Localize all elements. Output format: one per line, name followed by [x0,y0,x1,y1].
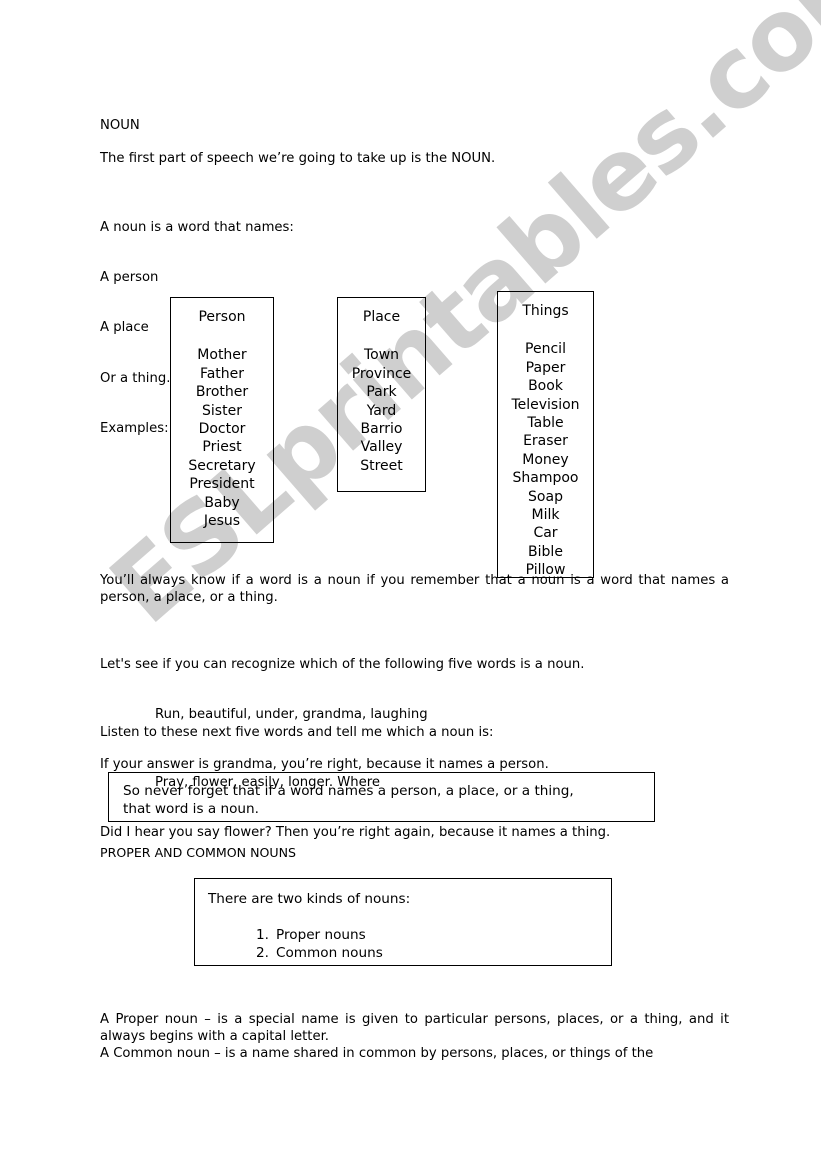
callout-box-never-forget: So never forget that if a word names a p… [108,772,655,822]
word-item: Street [360,457,403,474]
exercise-two-prompt: Listen to these next five words and tell… [100,724,494,740]
common-noun-definition: A Common noun – is a name shared in comm… [100,1046,654,1061]
word-item: Sister [202,402,242,419]
word-item: President [189,476,255,493]
list-number: 1. [256,927,269,943]
reminder-paragraph: You’ll always know if a word is a noun i… [100,573,729,605]
word-item: Priest [202,439,242,456]
list-number: 2. [256,945,269,961]
definition-line-0: A noun is a word that names: [100,219,294,235]
exercise-one-prompt: Let's see if you can recognize which of … [100,656,585,672]
word-item: Car [533,525,558,542]
word-item: Television [511,396,580,413]
word-item: Soap [528,488,563,505]
word-item: Table [527,415,564,432]
kinds-list-item: 1. Proper nouns [208,926,599,944]
word-item: Brother [195,384,249,401]
word-item: Eraser [523,433,568,450]
section-heading-proper-common: PROPER AND COMMON NOUNS [100,845,297,860]
word-box-things: Things Pencil Paper Book Television Tabl… [497,291,594,578]
word-box-place: Place Town Province Park Yard Barrio Val… [337,297,426,492]
word-item: Bible [528,543,563,560]
document-content: NOUN The first part of speech we’re goin… [0,0,821,1169]
word-item: Milk [531,507,560,524]
word-item: Jesus [203,513,241,530]
worksheet-page: ESLprintables.com NOUN The first part of… [0,0,821,1169]
word-item: Province [351,365,412,382]
word-box-person: Person Mother Father Brother Sister Doct… [170,297,274,543]
kinds-box-heading: There are two kinds of nouns: [208,891,411,907]
word-item: Town [363,347,400,364]
word-item: Paper [525,359,566,376]
word-box-title: Things [522,303,569,319]
word-item: Valley [360,439,403,456]
word-box-title: Place [362,309,401,325]
callout-line-2: that word is a noun. [123,801,259,817]
word-item: Yard [366,402,397,419]
word-item: Money [522,451,569,468]
word-item: Shampoo [512,470,579,487]
word-item: Secretary [188,457,256,474]
list-label: Common nouns [276,945,383,961]
page-title: NOUN [100,118,140,133]
word-item: Father [199,365,245,382]
exercise-two-answer: Did I hear you say flower? Then you’re r… [100,825,611,841]
definition-line-1: A person [100,269,159,285]
list-label: Proper nouns [276,927,366,943]
word-item: Barrio [360,421,403,438]
kinds-list-item: 2. Common nouns [208,944,599,962]
proper-noun-definition: A Proper noun – is a special name is giv… [100,1012,729,1044]
word-item: Book [528,378,563,395]
intro-paragraph: The first part of speech we’re going to … [100,151,496,166]
word-item: Pencil [525,341,566,358]
callout-line-1: So never forget that if a word names a p… [123,783,574,799]
kinds-of-nouns-box: There are two kinds of nouns: 1. Proper n… [194,878,612,966]
word-item: Park [366,384,397,401]
word-item: Baby [204,494,240,511]
word-item: Doctor [198,421,246,438]
word-box-title: Person [198,309,246,325]
word-item: Mother [197,347,247,364]
